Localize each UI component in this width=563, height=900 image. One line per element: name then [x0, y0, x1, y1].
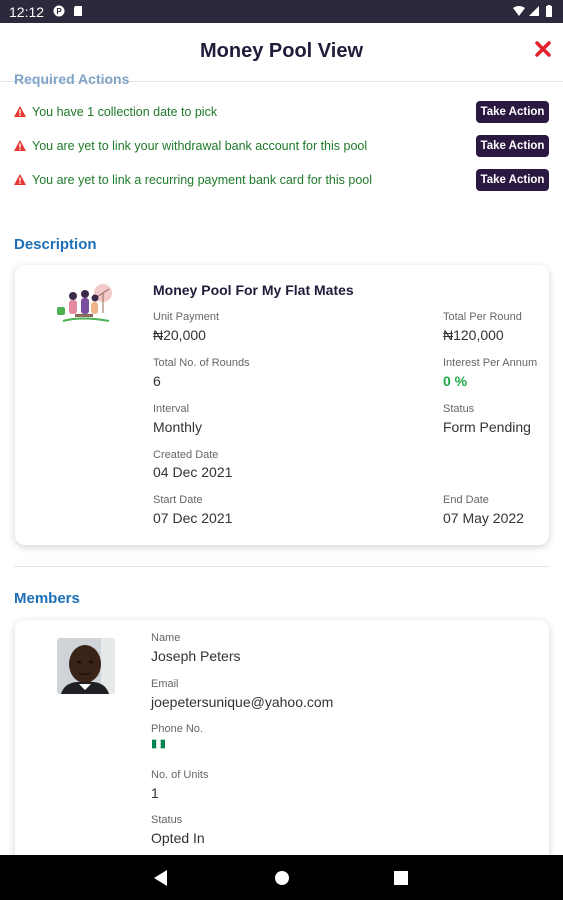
- pool-description-card: Money Pool For My Flat Mates Unit Paymen…: [15, 265, 549, 545]
- description-heading: Description: [14, 236, 97, 253]
- member-email-label: Email: [151, 678, 179, 690]
- member-phone-label: Phone No.: [151, 723, 203, 735]
- member-email-value: joepetersunique@yahoo.com: [151, 694, 334, 710]
- member-units-label: No. of Units: [151, 769, 209, 781]
- status-value: Form Pending: [443, 419, 531, 435]
- unit-payment-value: ₦20,000: [153, 327, 206, 343]
- wifi-icon: [513, 6, 525, 16]
- warning-icon: [14, 106, 26, 117]
- rounds-label: Total No. of Rounds: [153, 357, 250, 369]
- action-text: You have 1 collection date to pick: [32, 105, 218, 119]
- action-row: You are yet to link a recurring payment …: [14, 169, 549, 193]
- action-row: You are yet to link your withdrawal bank…: [14, 135, 549, 159]
- status-label: Status: [443, 403, 475, 415]
- member-name-label: Name: [151, 632, 181, 644]
- battery-icon: [546, 5, 552, 17]
- created-date-value: 04 Dec 2021: [153, 464, 233, 480]
- page-title: Money Pool View: [200, 40, 363, 62]
- take-action-button[interactable]: Take Action: [476, 135, 549, 157]
- section-divider: [14, 566, 549, 567]
- avatar: [57, 638, 115, 694]
- member-units-value: 1: [151, 785, 159, 801]
- close-icon[interactable]: [531, 37, 555, 61]
- warning-icon: [14, 174, 26, 185]
- take-action-button[interactable]: Take Action: [476, 169, 549, 191]
- member-card: Name Joseph Peters Email joepetersunique…: [15, 620, 549, 880]
- action-text: You are yet to link a recurring payment …: [32, 173, 373, 187]
- end-date-value: 07 May 2022: [443, 510, 524, 526]
- pool-illustration: [57, 284, 112, 322]
- required-actions-heading: Required Actions: [14, 71, 130, 87]
- interval-value: Monthly: [153, 419, 203, 435]
- rounds-value: 6: [153, 373, 161, 389]
- svg-text:P: P: [56, 7, 62, 16]
- action-row: You have 1 collection date to pick Take …: [14, 101, 549, 125]
- back-icon[interactable]: [154, 870, 168, 886]
- created-date-label: Created Date: [153, 449, 219, 461]
- notification-icon: P: [53, 5, 65, 17]
- interest-label: Interest Per Annum: [443, 357, 538, 369]
- member-status-label: Status: [151, 814, 183, 826]
- warning-icon: [14, 140, 26, 151]
- start-date-value: 07 Dec 2021: [153, 510, 233, 526]
- member-status-value: Opted In: [151, 830, 205, 846]
- total-per-round-value: ₦120,000: [443, 327, 504, 343]
- total-per-round-label: Total Per Round: [443, 311, 522, 323]
- navigation-bar: [0, 855, 563, 900]
- signal-icon: [529, 6, 539, 16]
- member-name-value: Joseph Peters: [151, 648, 241, 664]
- take-action-button[interactable]: Take Action: [476, 101, 549, 123]
- status-time: 12:12: [9, 4, 45, 20]
- unit-payment-label: Unit Payment: [153, 311, 220, 323]
- home-icon[interactable]: [274, 870, 290, 886]
- interval-label: Interval: [153, 403, 190, 415]
- nigeria-flag-icon: [152, 739, 165, 749]
- pool-name: Money Pool For My Flat Mates: [153, 282, 354, 298]
- status-bar: 12:12 P: [0, 0, 563, 23]
- action-text: You are yet to link your withdrawal bank…: [32, 139, 368, 153]
- members-heading: Members: [14, 590, 80, 607]
- start-date-label: Start Date: [153, 494, 203, 506]
- recents-icon[interactable]: [394, 871, 408, 885]
- interest-value: 0 %: [443, 373, 468, 389]
- end-date-label: End Date: [443, 494, 489, 506]
- sd-card-icon: [74, 6, 82, 16]
